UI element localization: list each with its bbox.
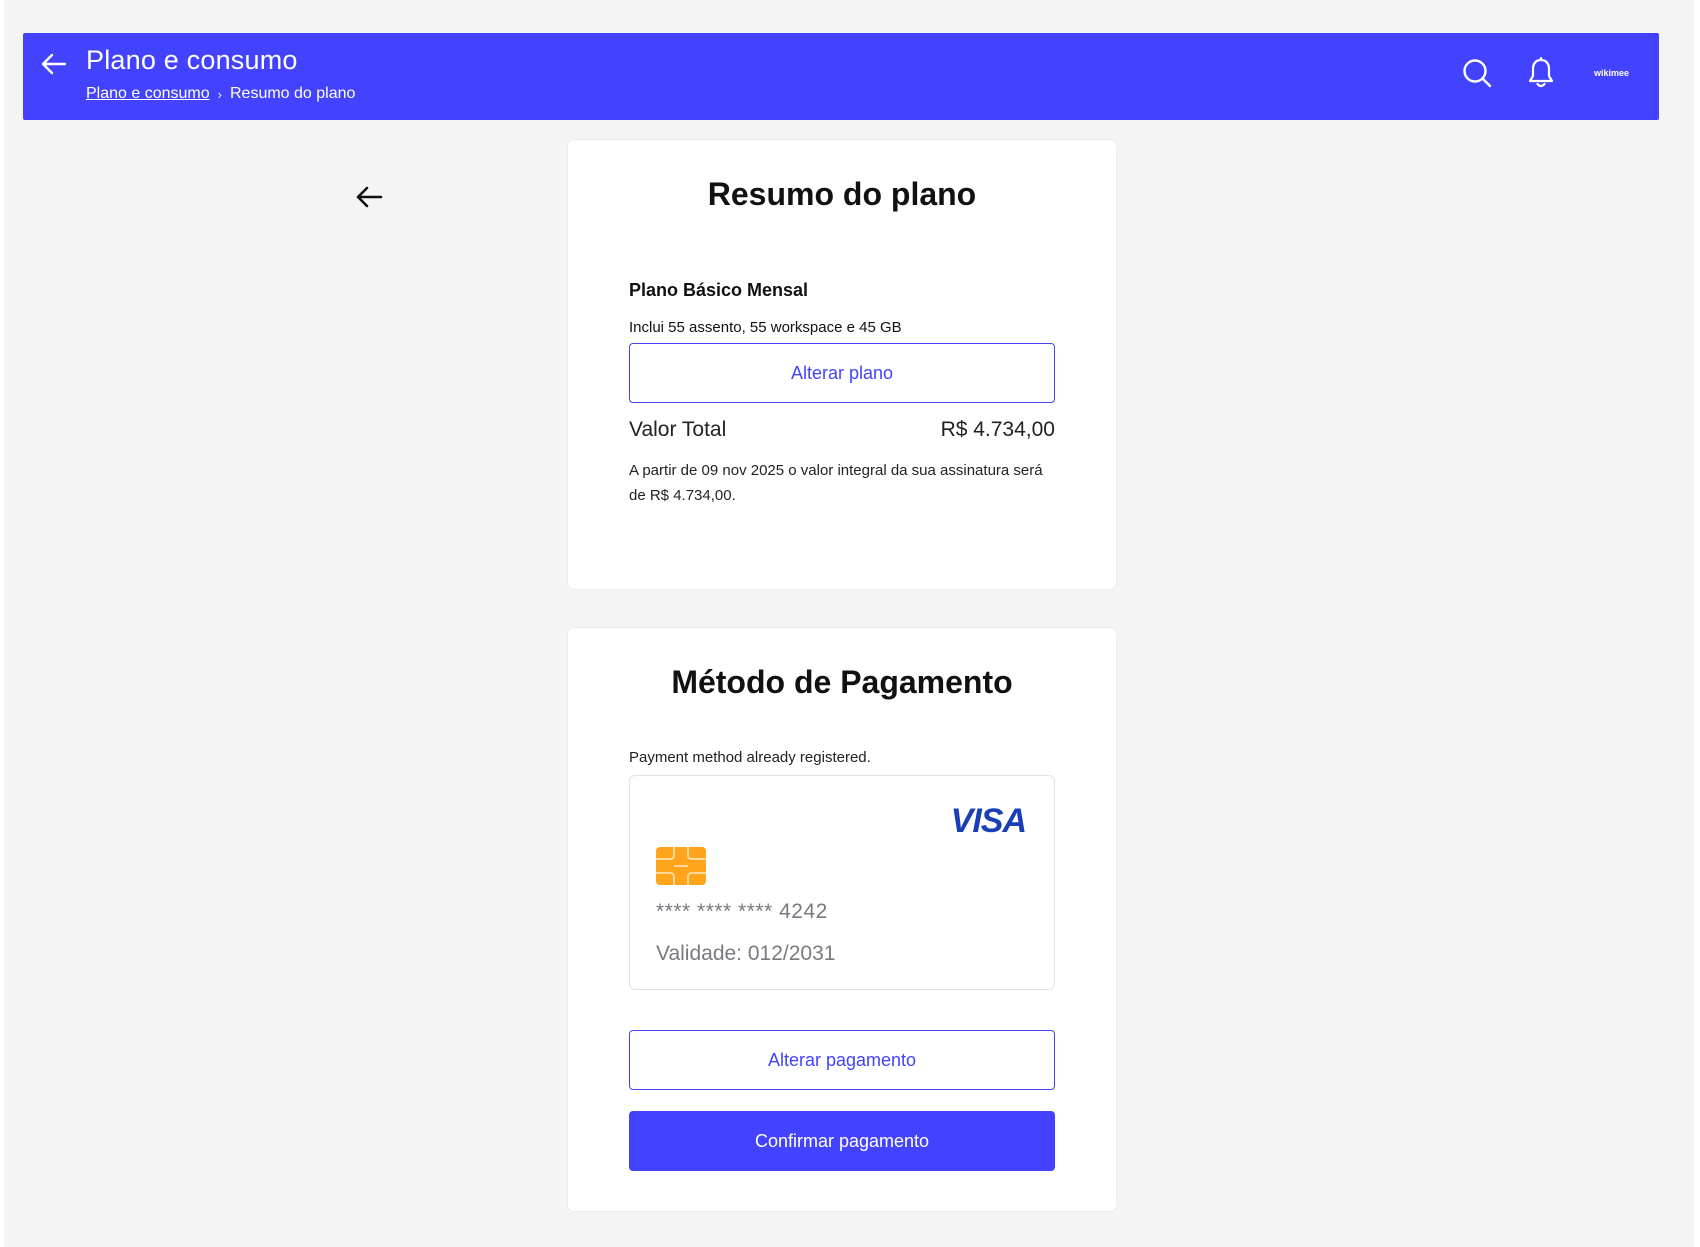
header-actions: wikimee bbox=[1460, 55, 1629, 91]
user-avatar[interactable]: wikimee bbox=[1594, 68, 1629, 78]
change-plan-button[interactable]: Alterar plano bbox=[629, 343, 1055, 403]
header-title: Plano e consumo bbox=[86, 45, 298, 75]
payment-method-title: Método de Pagamento bbox=[671, 664, 1013, 700]
chip-icon bbox=[656, 847, 706, 885]
viewport: Plano e consumo Plano e consumo › Resumo… bbox=[0, 0, 1700, 1247]
plan-summary-card: Resumo do plano Plano Básico Mensal Incl… bbox=[568, 140, 1116, 589]
right-gutter bbox=[1694, 0, 1700, 1247]
plan-name: Plano Básico Mensal bbox=[629, 280, 809, 300]
breadcrumb-separator: › bbox=[217, 86, 222, 102]
confirm-payment-button[interactable]: Confirmar pagamento bbox=[629, 1111, 1055, 1171]
card-brand-logo: VISA bbox=[950, 802, 1027, 840]
credit-card: VISA **** **** **** 4242 Validade: 012/2… bbox=[629, 775, 1055, 990]
page-back-button[interactable] bbox=[352, 180, 386, 214]
total-row: Valor Total R$ 4.734,00 bbox=[629, 418, 1055, 442]
top-bar: Plano e consumo Plano e consumo › Resumo… bbox=[23, 33, 1659, 120]
arrow-left-icon bbox=[356, 186, 383, 208]
payment-note: Payment method already registered. bbox=[629, 749, 871, 766]
search-button[interactable] bbox=[1460, 55, 1494, 91]
total-value: R$ 4.734,00 bbox=[940, 418, 1055, 441]
card-number-mask: **** **** **** bbox=[656, 900, 773, 923]
card-validity: Validade: 012/2031 bbox=[656, 942, 836, 965]
total-label: Valor Total bbox=[629, 418, 727, 441]
card-number: **** **** **** 4242 bbox=[656, 900, 828, 924]
header-back-button[interactable] bbox=[39, 49, 69, 79]
plan-description: Inclui 55 assento, 55 workspace e 45 GB bbox=[629, 319, 902, 336]
plan-summary-title: Resumo do plano bbox=[707, 176, 977, 212]
bell-icon bbox=[1528, 57, 1554, 88]
change-payment-button[interactable]: Alterar pagamento bbox=[629, 1030, 1055, 1090]
payment-method-card: Método de Pagamento Payment method alrea… bbox=[568, 628, 1116, 1211]
left-gutter bbox=[0, 0, 4, 1247]
card-last-digits: 4242 bbox=[779, 900, 828, 923]
notifications-button[interactable] bbox=[1524, 55, 1558, 91]
total-note: A partir de 09 nov 2025 o valor integral… bbox=[629, 462, 1043, 504]
breadcrumb: Plano e consumo › Resumo do plano bbox=[86, 85, 355, 103]
breadcrumb-parent-link[interactable]: Plano e consumo bbox=[86, 85, 210, 103]
arrow-left-icon bbox=[41, 53, 67, 75]
breadcrumb-current: Resumo do plano bbox=[229, 85, 356, 102]
search-icon bbox=[1463, 59, 1492, 88]
